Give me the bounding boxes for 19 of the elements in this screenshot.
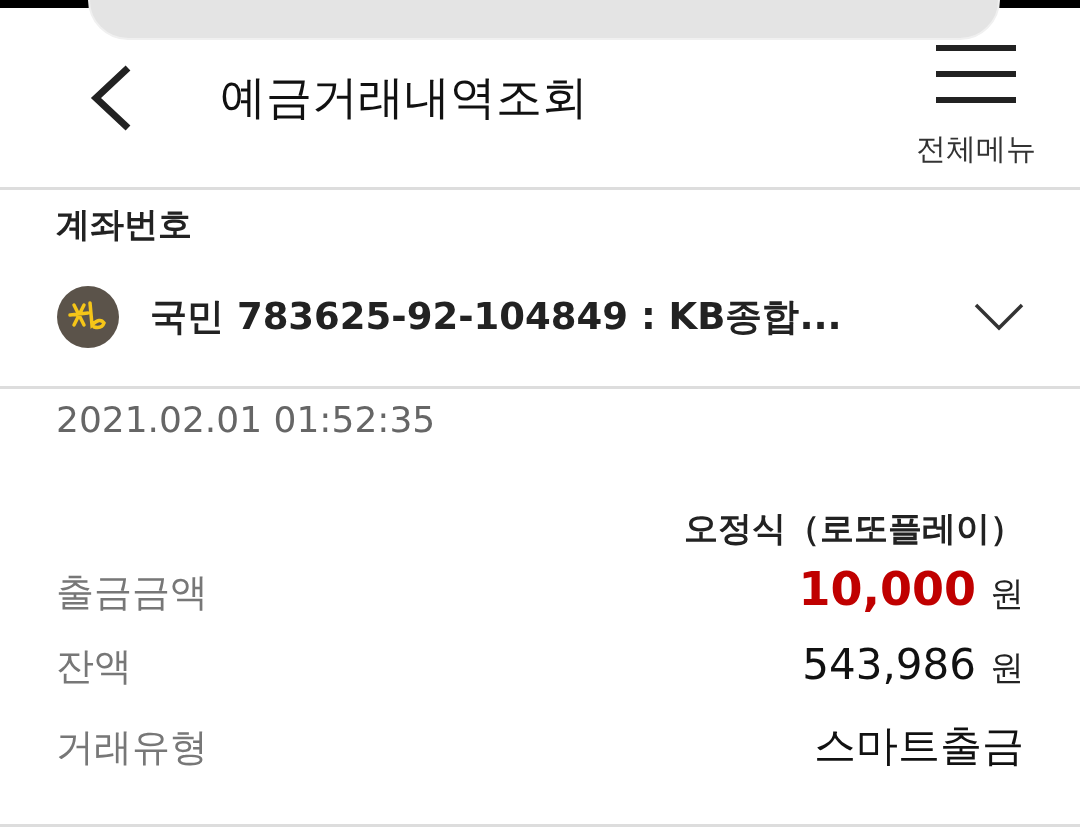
detail-label: 거래유형: [56, 724, 208, 771]
account-selector[interactable]: 국민 783625-92-104849 : KB종합...: [0, 248, 1080, 389]
chevron-down-icon[interactable]: [974, 303, 1024, 331]
menu-icon: [936, 45, 1016, 103]
detail-value: 543,986: [802, 640, 976, 689]
menu-button[interactable]: 전체메뉴: [916, 45, 1036, 170]
detail-value: 10,000: [798, 562, 976, 616]
account-number: 국민 783625-92-104849 : KB종합...: [150, 294, 843, 340]
page-title: 예금거래내역조회: [220, 68, 589, 126]
currency-unit: 원: [990, 646, 1024, 689]
counterparty-name: 오정식（로또플레이）: [683, 507, 1025, 550]
account-label: 계좌번호: [56, 203, 193, 246]
detail-label: 잔액: [56, 643, 132, 690]
transaction-datetime: 2021.02.01 01:52:35: [55, 398, 437, 440]
detail-label: 출금금액: [56, 569, 208, 616]
currency-unit: 원: [990, 572, 1024, 615]
detail-value: 스마트출금: [814, 720, 1024, 772]
bank-logo-icon: [56, 285, 120, 349]
back-icon[interactable]: [90, 63, 132, 132]
